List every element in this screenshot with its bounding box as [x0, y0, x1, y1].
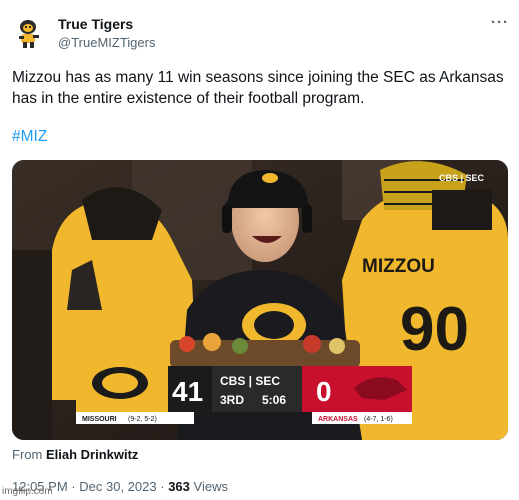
tweet-media[interactable]: MIZZOU 90 CBS | SEC 41 CBS | SEC 3RD 5:0… [12, 160, 508, 440]
tweet-date[interactable]: Dec 30, 2023 [79, 479, 156, 494]
away-score: 0 [316, 376, 332, 407]
more-options-icon[interactable]: ··· [491, 14, 509, 31]
media-source: From Eliah Drinkwitz [12, 447, 138, 462]
hashtag-link[interactable]: #MIZ [12, 128, 47, 146]
home-team-record: (9-2, 5-2) [128, 416, 157, 423]
display-name[interactable]: True Tigers [58, 16, 133, 32]
home-team-name: MISSOURI [82, 416, 117, 423]
game-period: 3RD [220, 393, 244, 407]
scorebug-network: CBS | SEC [220, 374, 280, 388]
watermark: imgflip.com [2, 486, 53, 497]
meta-separator: · [71, 479, 76, 494]
jersey-text: MIZZOU [362, 256, 435, 277]
away-team-record: (4-7, 1-6) [364, 416, 393, 423]
away-team-name: ARKANSAS [318, 416, 358, 423]
source-label: From [12, 447, 43, 462]
source-name[interactable]: Eliah Drinkwitz [46, 447, 138, 462]
meta-separator-2: · [160, 479, 165, 494]
corner-network-bug: CBS | SEC [439, 173, 485, 183]
jersey-number: 90 [400, 295, 469, 364]
tweet-text: Mizzou has as many 11 win seasons since … [12, 69, 504, 107]
tiger-mascot-icon [11, 14, 47, 50]
game-broadcast-image: MIZZOU 90 CBS | SEC 41 CBS | SEC 3RD 5:0… [12, 160, 508, 440]
tweet-card: True Tigers @TrueMIZTigers ··· Mizzou ha… [0, 0, 519, 500]
game-clock: 5:06 [262, 393, 286, 407]
user-handle[interactable]: @TrueMIZTigers [58, 35, 155, 50]
views-count: 363 [168, 479, 190, 494]
home-score: 41 [172, 376, 203, 407]
avatar[interactable] [11, 14, 47, 50]
views-label: Views [193, 479, 228, 494]
